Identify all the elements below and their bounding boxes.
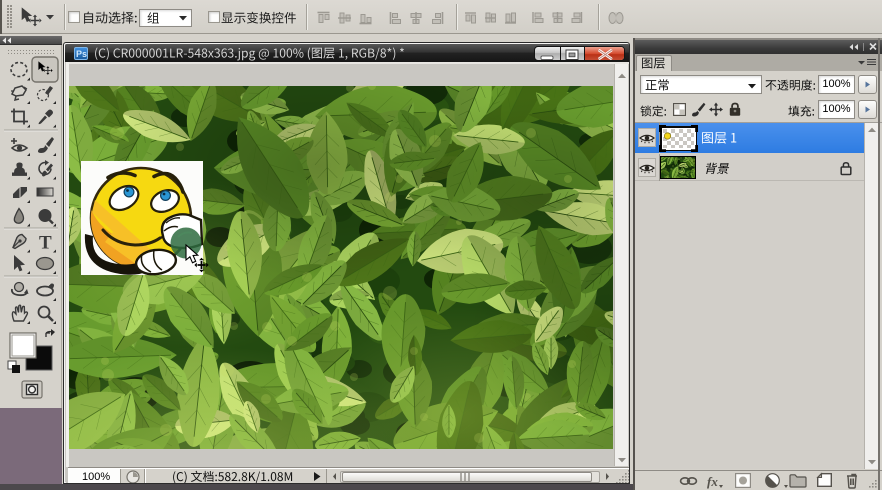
svg-text:fx: fx bbox=[707, 474, 718, 489]
svg-text:T: T bbox=[39, 233, 52, 254]
